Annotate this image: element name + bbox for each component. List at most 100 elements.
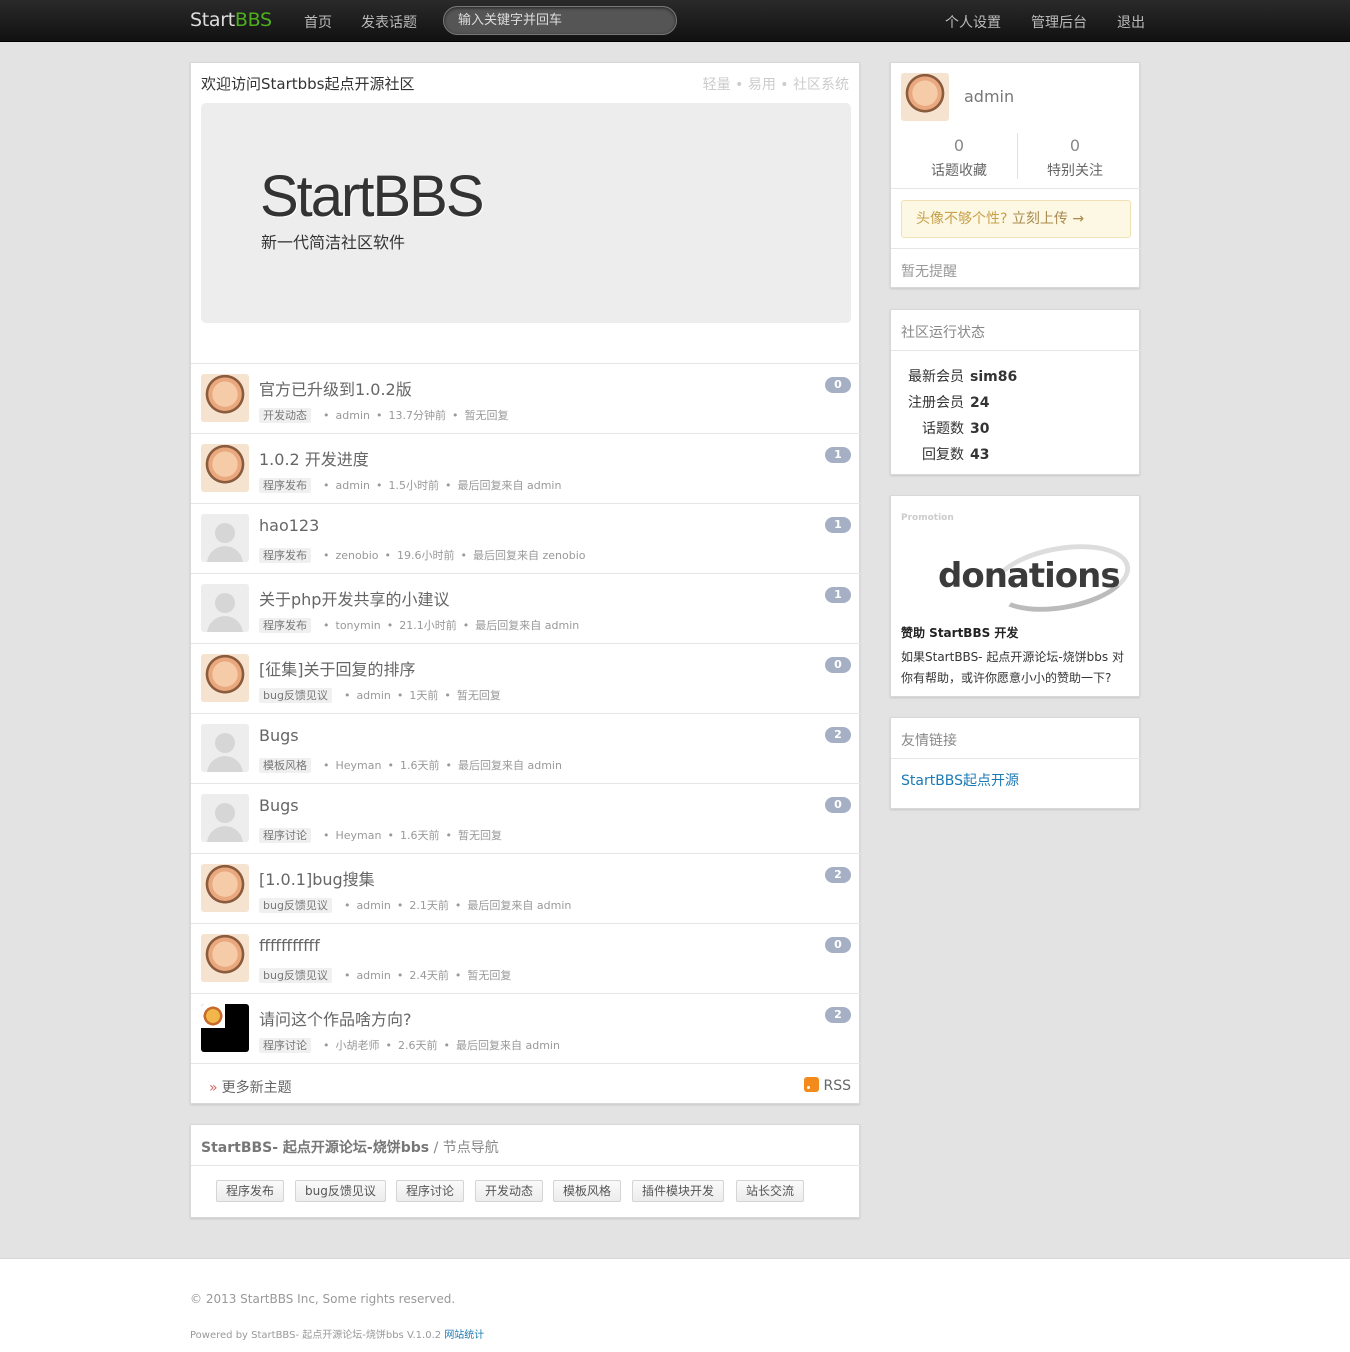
dot-separator: • xyxy=(323,829,330,842)
topic-meta: 程序发布 • tonymin • 21.1小时前 • 最后回复来自 admin xyxy=(259,617,579,633)
topic-author[interactable]: admin xyxy=(356,899,390,912)
more-topics-link[interactable]: » 更多新主题 xyxy=(209,1077,292,1097)
dot-separator: • xyxy=(387,759,394,772)
topic-author[interactable]: admin xyxy=(336,409,370,422)
reply-count-badge[interactable]: 1 xyxy=(825,447,851,463)
topic-title[interactable]: Bugs xyxy=(259,796,299,815)
node-tag[interactable]: 程序发布 xyxy=(216,1180,285,1202)
topic-author[interactable]: admin xyxy=(356,969,390,982)
topic-title[interactable]: hao123 xyxy=(259,516,319,535)
topic-author[interactable]: tonymin xyxy=(336,619,381,632)
topic-last-reply: 最后回复来自 admin xyxy=(457,479,562,492)
dot-separator: • xyxy=(343,899,351,912)
author-avatar[interactable] xyxy=(201,724,249,772)
node-tag[interactable]: 插件模块开发 xyxy=(632,1180,725,1202)
reply-count-badge[interactable]: 0 xyxy=(825,937,851,953)
tagline: 轻量 • 易用 • 社区系统 xyxy=(702,77,849,93)
topic-author[interactable]: zenobio xyxy=(336,549,379,562)
brand-logo[interactable]: StartBBS xyxy=(190,9,272,31)
topic-author[interactable]: 小胡老师 xyxy=(336,1039,380,1052)
topic-last-reply: 最后回复来自 admin xyxy=(457,759,562,772)
topic-title[interactable]: 1.0.2 开发进度 xyxy=(259,446,369,470)
node-tag[interactable]: 模板风格 xyxy=(553,1180,622,1202)
topic-author[interactable]: Heyman xyxy=(336,829,382,842)
user-name[interactable]: admin xyxy=(964,87,1014,106)
node-nav-heading: StartBBS- 起点开源论坛-烧饼bbs / 节点导航 xyxy=(201,1137,499,1157)
divider xyxy=(891,248,1141,249)
author-avatar[interactable] xyxy=(201,934,249,982)
dot-separator: • xyxy=(396,689,404,702)
reply-count-badge[interactable]: 2 xyxy=(825,1007,851,1023)
divider xyxy=(191,1165,861,1166)
dot-separator: • xyxy=(343,969,351,982)
topic-time: 1.5小时前 xyxy=(388,479,439,492)
reply-count-badge[interactable]: 2 xyxy=(825,867,851,883)
topic-node[interactable]: 模板风格 xyxy=(259,758,311,773)
follow-count: 0 xyxy=(1069,136,1081,155)
topic-title[interactable]: [征集]关于回复的排序 xyxy=(259,656,416,680)
author-avatar[interactable] xyxy=(201,654,249,702)
node-tag[interactable]: 开发动态 xyxy=(475,1180,544,1202)
stats-title: 社区运行状态 xyxy=(901,325,985,341)
nav-new-topic[interactable]: 发表话题 xyxy=(361,12,417,32)
reply-count-badge[interactable]: 0 xyxy=(825,797,851,813)
author-avatar[interactable] xyxy=(201,864,249,912)
node-nav-panel: StartBBS- 起点开源论坛-烧饼bbs / 节点导航 程序发布 bug反馈… xyxy=(190,1124,861,1218)
topic-title[interactable]: [1.0.1]bug搜集 xyxy=(259,866,375,890)
topic-row: [征集]关于回复的排序 bug反馈见议 • admin • 1天前 • 暂无回复 0 xyxy=(191,643,861,713)
topic-node[interactable]: bug反馈见议 xyxy=(259,898,332,913)
topic-last-reply: 最后回复来自 admin xyxy=(467,899,572,912)
topic-node[interactable]: 程序讨论 xyxy=(259,828,311,843)
donations-image[interactable]: donations xyxy=(938,556,1121,596)
author-avatar[interactable] xyxy=(201,1004,249,1052)
reply-count-badge[interactable]: 0 xyxy=(825,377,851,393)
brand-bbs: BBS xyxy=(234,9,272,31)
topic-title[interactable]: Bugs xyxy=(259,726,299,745)
author-avatar[interactable] xyxy=(201,514,249,562)
topic-author[interactable]: admin xyxy=(356,689,390,702)
site-stats-link[interactable]: 网站统计 xyxy=(444,1330,484,1341)
topic-author[interactable]: admin xyxy=(336,479,370,492)
stat-value[interactable]: sim86 xyxy=(970,369,1017,385)
dot-separator: • xyxy=(445,829,452,842)
stat-value: 43 xyxy=(970,447,990,463)
dot-separator: • xyxy=(443,1039,451,1052)
node-tag[interactable]: 站长交流 xyxy=(736,1180,805,1202)
follow-label[interactable]: 特别关注 xyxy=(1017,160,1133,180)
upload-avatar-link[interactable]: 立刻上传 → xyxy=(1012,211,1084,227)
dot-separator: • xyxy=(375,409,383,422)
reply-count-badge[interactable]: 1 xyxy=(825,587,851,603)
topic-node[interactable]: bug反馈见议 xyxy=(259,688,332,703)
stat-value: 24 xyxy=(970,395,990,411)
topic-title[interactable]: 关于php开发共享的小建议 xyxy=(259,586,449,610)
topic-title[interactable]: 请问这个作品啥方向? xyxy=(259,1006,412,1030)
topic-node[interactable]: bug反馈见议 xyxy=(259,968,332,983)
topic-title[interactable]: fffffffffff xyxy=(259,936,320,955)
user-avatar[interactable] xyxy=(901,73,949,121)
topic-author[interactable]: Heyman xyxy=(336,759,382,772)
search-input[interactable] xyxy=(443,6,677,35)
dot-separator: • xyxy=(385,1039,393,1052)
topic-node[interactable]: 程序发布 xyxy=(259,478,311,493)
author-avatar[interactable] xyxy=(201,374,249,422)
friend-link[interactable]: StartBBS起点开源 xyxy=(901,770,1019,790)
nav-home[interactable]: 首页 xyxy=(304,12,332,32)
rss-link[interactable]: RSS xyxy=(804,1077,851,1094)
reply-count-badge[interactable]: 0 xyxy=(825,657,851,673)
reply-count-badge[interactable]: 2 xyxy=(825,727,851,743)
nav-logout[interactable]: 退出 xyxy=(1117,12,1145,32)
nav-settings[interactable]: 个人设置 xyxy=(945,12,1001,32)
topic-node[interactable]: 程序发布 xyxy=(259,618,311,633)
nav-admin[interactable]: 管理后台 xyxy=(1031,12,1087,32)
topic-node[interactable]: 开发动态 xyxy=(259,408,311,423)
topic-node[interactable]: 程序发布 xyxy=(259,548,311,563)
node-tag[interactable]: bug反馈见议 xyxy=(295,1180,386,1202)
reply-count-badge[interactable]: 1 xyxy=(825,517,851,533)
author-avatar[interactable] xyxy=(201,794,249,842)
author-avatar[interactable] xyxy=(201,444,249,492)
node-tag[interactable]: 程序讨论 xyxy=(396,1180,465,1202)
author-avatar[interactable] xyxy=(201,584,249,632)
topic-node[interactable]: 程序讨论 xyxy=(259,1038,311,1053)
fav-label[interactable]: 话题收藏 xyxy=(901,160,1017,180)
topic-title[interactable]: 官方已升级到1.0.2版 xyxy=(259,376,412,400)
